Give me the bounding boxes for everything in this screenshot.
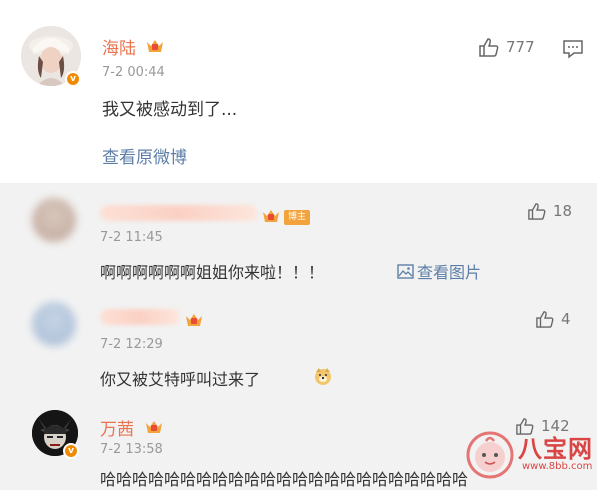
comment-like-button[interactable]: 18 — [527, 202, 572, 220]
main-post: v 海陆 7-2 00:44 777 我又被感动到了... 查看原微博 — [0, 0, 597, 183]
image-icon — [397, 263, 414, 279]
thumbs-up-icon — [536, 311, 554, 328]
view-image-link[interactable]: 查看图片 — [397, 259, 481, 283]
watermark-brand: 八宝网 — [518, 435, 593, 463]
comment-like-button[interactable]: 4 — [535, 310, 571, 328]
verified-badge-icon: v — [63, 443, 79, 459]
watermark-url: www.8bb.com — [522, 461, 593, 472]
comment-time: 7-2 11:45 — [100, 230, 163, 245]
comment-text: 你又被艾特呼叫过来了 — [100, 370, 261, 389]
commenter-avatar[interactable] — [32, 302, 76, 346]
post-like-button[interactable]: 777 — [478, 37, 535, 57]
post-like-count: 777 — [506, 38, 535, 56]
thumbs-up-icon — [479, 38, 499, 57]
view-original-link[interactable]: 查看原微博 — [102, 143, 187, 168]
post-text: 我又被感动到了... — [102, 100, 238, 120]
comment-time: 7-2 13:58 — [100, 442, 163, 457]
site-watermark: 八宝网 www.8bb.com — [460, 425, 595, 481]
comment-time: 7-2 12:29 — [100, 337, 163, 352]
thumbs-up-icon — [528, 203, 546, 220]
post-time: 7-2 00:44 — [102, 65, 165, 80]
commenter-name-blurred[interactable] — [100, 309, 180, 325]
vip-crown-icon — [146, 421, 162, 433]
comment-icon[interactable] — [562, 39, 584, 59]
verified-badge-icon: v — [65, 71, 81, 87]
view-image-label: 查看图片 — [417, 263, 482, 282]
comment-text: 哈哈哈哈哈哈哈哈哈哈哈哈哈哈哈哈哈哈哈哈哈哈哈 — [100, 470, 469, 489]
comment-like-count: 18 — [553, 202, 573, 220]
vip-crown-icon — [263, 210, 279, 222]
post-author-name[interactable]: 海陆 — [102, 34, 136, 59]
vip-crown-icon — [186, 314, 202, 326]
commenter-avatar[interactable] — [32, 198, 76, 242]
commenter-name-blurred[interactable] — [100, 205, 258, 221]
commenter-name[interactable]: 万茜 — [100, 415, 134, 440]
baby-face-logo-icon — [466, 431, 514, 479]
comment-like-count: 4 — [561, 310, 571, 328]
host-tag-badge: 博主 — [284, 210, 310, 225]
vip-crown-icon — [147, 40, 163, 52]
doge-emoji-icon — [315, 368, 331, 385]
comment-text: 啊啊啊啊啊啊姐姐你来啦！！！ — [100, 263, 325, 282]
